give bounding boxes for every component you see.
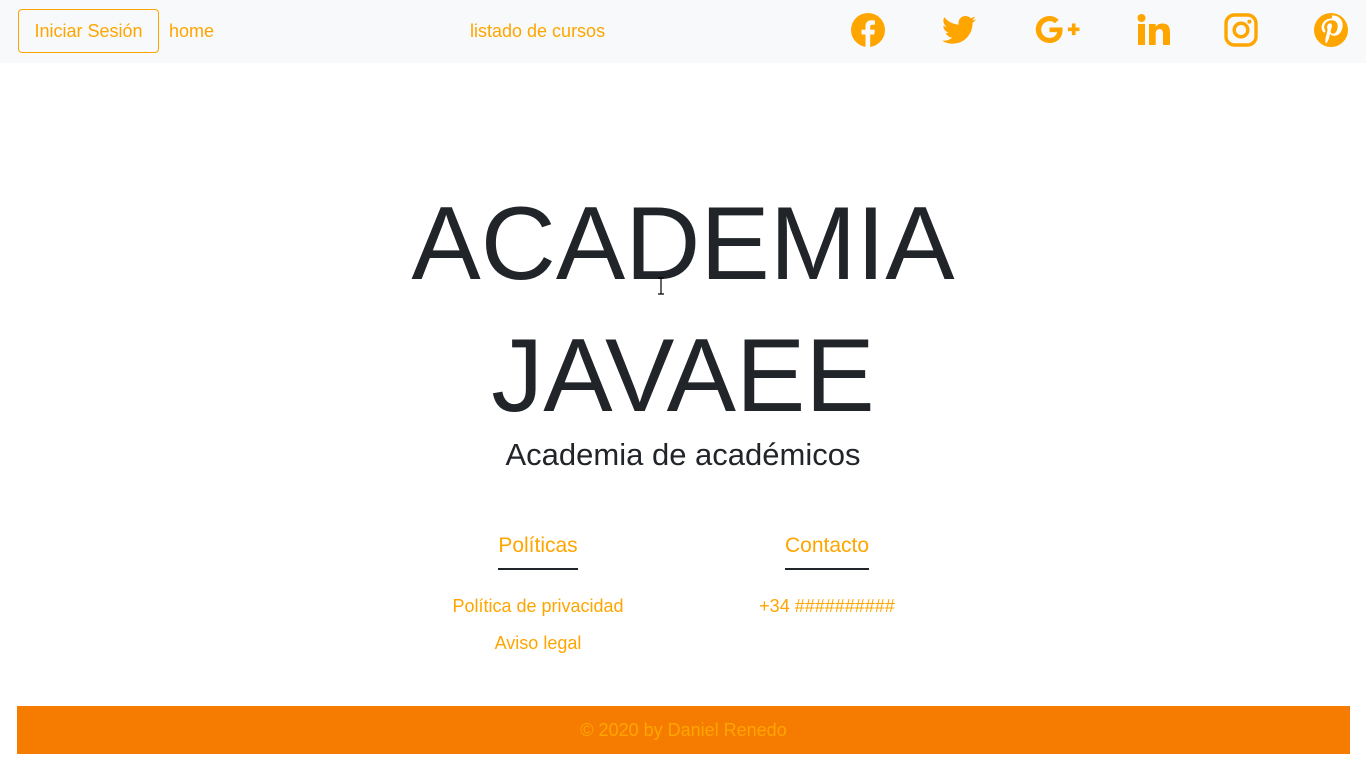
google-plus-icon[interactable] — [1034, 11, 1082, 49]
linkedin-icon-graphic — [1137, 14, 1170, 45]
page-title: ACADEMIA JAVAEE — [0, 178, 1366, 442]
facebook-icon[interactable] — [849, 11, 887, 49]
policies-section: Políticas Política de privacidad Aviso l… — [438, 532, 638, 654]
navbar: Iniciar Sesión home listado de cursos — [0, 0, 1366, 63]
page-title-line-2: JAVAEE — [491, 318, 875, 434]
twitter-icon[interactable] — [940, 11, 978, 49]
contact-heading: Contacto — [784, 532, 870, 570]
privacy-policy-link[interactable]: Política de privacidad — [438, 595, 638, 617]
pinterest-icon[interactable] — [1312, 11, 1350, 49]
contact-section: Contacto +34 ########## — [727, 532, 927, 617]
contact-phone-link[interactable]: +34 ########## — [727, 595, 927, 617]
nav-link-home[interactable]: home — [169, 20, 214, 42]
instagram-icon[interactable] — [1222, 11, 1260, 49]
google-plus-icon-graphic — [1035, 16, 1080, 43]
pinterest-icon-graphic — [1314, 13, 1348, 47]
policies-heading: Políticas — [498, 532, 578, 570]
twitter-icon-graphic — [941, 16, 976, 44]
facebook-icon-graphic — [851, 13, 885, 47]
page-subtitle: Academia de académicos — [505, 437, 861, 472]
page-title-line-1: ACADEMIA — [411, 186, 955, 302]
linkedin-icon[interactable] — [1134, 11, 1172, 49]
legal-notice-link[interactable]: Aviso legal — [438, 632, 638, 654]
nav-link-course-list[interactable]: listado de cursos — [470, 20, 605, 42]
login-button[interactable]: Iniciar Sesión — [18, 9, 159, 53]
footer-copyright: © 2020 by Daniel Renedo — [580, 719, 787, 740]
instagram-icon-graphic — [1224, 13, 1258, 47]
text-cursor-icon — [658, 277, 664, 295]
footer: © 2020 by Daniel Renedo — [17, 706, 1350, 754]
